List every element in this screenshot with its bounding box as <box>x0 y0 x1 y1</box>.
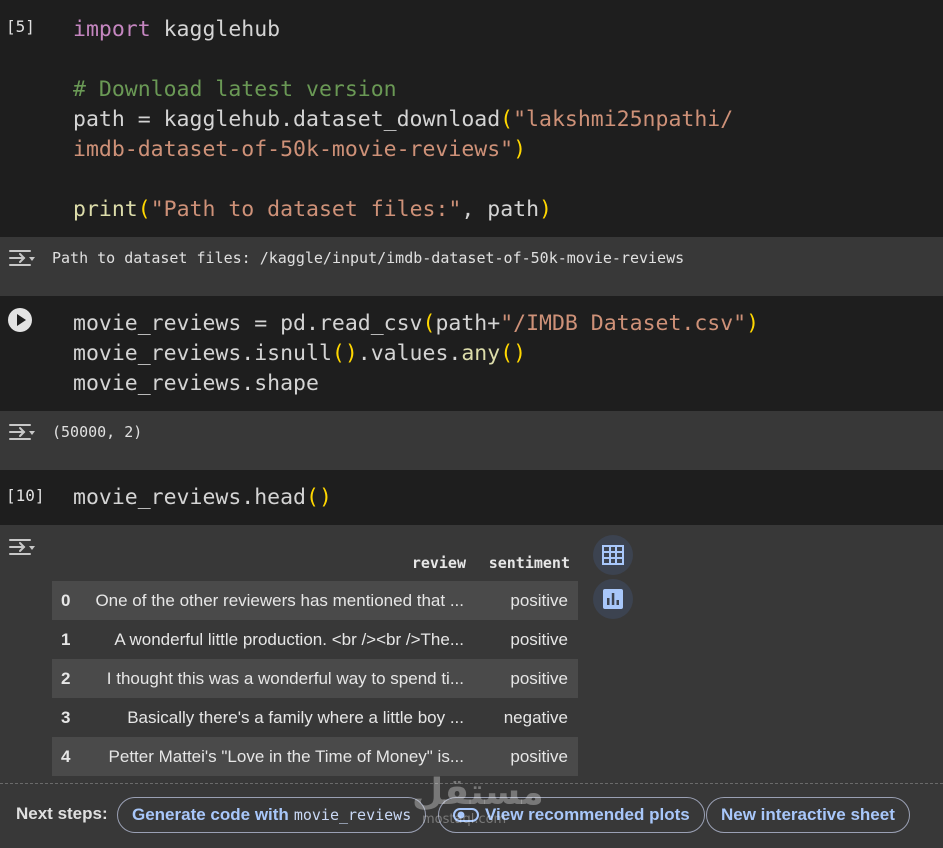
table-view-button[interactable] <box>593 535 633 575</box>
code-token: .values. <box>357 341 462 366</box>
code-line: print("Path to dataset files:", path) <box>73 195 733 225</box>
code-token: () <box>500 341 527 366</box>
row-index: 3 <box>61 707 71 727</box>
code-token: kagglehub <box>150 17 281 42</box>
row-index: 0 <box>52 581 84 620</box>
execution-count: [5] <box>6 17 35 36</box>
divider <box>0 783 943 784</box>
chip-variable: movie_reviews <box>293 806 412 824</box>
code-token: () <box>331 341 358 366</box>
output-toggle-icon[interactable] <box>8 420 36 444</box>
output-text: (50000, 2) <box>52 423 143 441</box>
code-token: movie_reviews.shape <box>73 371 319 396</box>
code-line: # Download latest version <box>73 75 733 105</box>
code-token: import <box>73 17 151 42</box>
review-cell: One of the other reviewers has mentioned… <box>84 581 474 620</box>
output-area-2: (50000, 2) <box>0 411 943 470</box>
sentiment-cell: negative <box>503 707 568 727</box>
code-token: movie_reviews.isnull <box>73 341 332 366</box>
code-token: print <box>73 197 138 222</box>
row-index: 2 <box>52 659 84 698</box>
next-steps-label: Next steps: <box>16 804 108 823</box>
code-line: movie_reviews.head() <box>73 483 332 513</box>
code-token: movie_reviews.head <box>73 485 306 510</box>
output-area-1: Path to dataset files: /kaggle/input/imd… <box>0 237 943 296</box>
code-token: path = kagglehub.dataset_download <box>73 107 501 132</box>
code-editor[interactable]: import kagglehub # Download latest versio… <box>73 15 733 225</box>
code-token: any <box>461 341 501 366</box>
output-toggle-icon[interactable] <box>8 246 36 270</box>
code-token: ) <box>539 197 552 222</box>
table-row: 0 One of the other reviewers has mention… <box>52 581 578 620</box>
code-token: movie_reviews = pd.read_csv <box>73 311 423 336</box>
table-row: 2 I thought this was a wonderful way to … <box>52 659 578 698</box>
table-row: 4 Petter Mattei's "Love in the Time of M… <box>52 737 578 776</box>
code-editor[interactable]: movie_reviews = pd.read_csv(path+"/IMDB … <box>73 309 759 399</box>
sentiment-cell: positive <box>474 737 578 776</box>
code-cell-1[interactable]: [5] import kagglehub # Download latest ve… <box>0 0 943 237</box>
review-cell: I thought this was a wonderful way to sp… <box>84 659 474 698</box>
column-header-review: review <box>411 554 466 572</box>
column-header-sentiment: sentiment <box>488 554 570 572</box>
table-row: 3 Basically there's a family where a lit… <box>52 698 578 737</box>
code-line: imdb-dataset-of-50k-movie-reviews") <box>73 135 733 165</box>
table-view-icon <box>602 545 624 565</box>
code-token: ( <box>137 197 151 222</box>
chip-label: New interactive sheet <box>721 805 895 824</box>
code-token: path+ <box>435 311 501 336</box>
dataframe-table: review sentiment 0 One of the other revi… <box>52 545 578 776</box>
sentiment-cell: positive <box>474 659 578 698</box>
code-token: () <box>306 485 332 510</box>
output-text: Path to dataset files: /kaggle/input/imd… <box>52 249 685 267</box>
code-token: ) <box>513 137 527 162</box>
code-token: ) <box>746 311 760 336</box>
code-token: # Download latest version <box>73 77 397 102</box>
sentiment-cell: positive <box>474 581 578 620</box>
execution-count: [10] <box>6 486 45 505</box>
code-token: ( <box>500 107 514 132</box>
new-interactive-sheet-chip[interactable]: New interactive sheet <box>706 797 910 833</box>
code-token: ( <box>422 311 436 336</box>
review-cell: Basically there's a family where a littl… <box>127 707 464 727</box>
chip-label: View recommended plots <box>485 805 690 824</box>
table-header-row: review sentiment <box>52 545 578 581</box>
output-toggle-icon[interactable] <box>8 535 36 559</box>
code-line: path = kagglehub.dataset_download("laksh… <box>73 105 733 135</box>
view-recommended-plots-chip[interactable]: View recommended plots <box>438 797 705 833</box>
table-row: 1 A wonderful little production. <br /><… <box>52 620 578 659</box>
generate-code-chip[interactable]: Generate code with movie_reviews <box>117 797 427 833</box>
row-index: 4 <box>52 737 84 776</box>
chip-label: Generate code with <box>132 805 289 824</box>
review-cell: A wonderful little production. <br /><br… <box>114 629 464 649</box>
code-token: "/IMDB Dataset.csv" <box>500 311 747 336</box>
code-token: , path <box>461 197 540 222</box>
run-cell-button[interactable] <box>8 308 32 332</box>
code-line: movie_reviews.isnull().values.any() <box>73 339 759 369</box>
code-token: imdb-dataset-of-50k-movie-reviews" <box>73 137 514 162</box>
sentiment-cell: positive <box>510 629 568 649</box>
row-index: 1 <box>61 629 71 649</box>
code-cell-3[interactable]: [10] movie_reviews.head() <box>0 470 943 525</box>
code-editor[interactable]: movie_reviews.head() <box>73 483 332 513</box>
code-token: "Path to dataset files:" <box>150 197 462 222</box>
code-cell-2[interactable]: movie_reviews = pd.read_csv(path+"/IMDB … <box>0 296 943 411</box>
review-cell: Petter Mattei's "Love in the Time of Mon… <box>84 737 474 776</box>
index-header <box>52 545 84 581</box>
code-line: import kagglehub <box>73 15 733 45</box>
code-line: movie_reviews.shape <box>73 369 759 399</box>
code-line: movie_reviews = pd.read_csv(path+"/IMDB … <box>73 309 759 339</box>
chart-suggest-icon <box>603 589 623 609</box>
suggest-charts-button[interactable] <box>593 579 633 619</box>
toggle-icon <box>453 808 479 822</box>
code-token: "lakshmi25npathi/ <box>513 107 734 132</box>
